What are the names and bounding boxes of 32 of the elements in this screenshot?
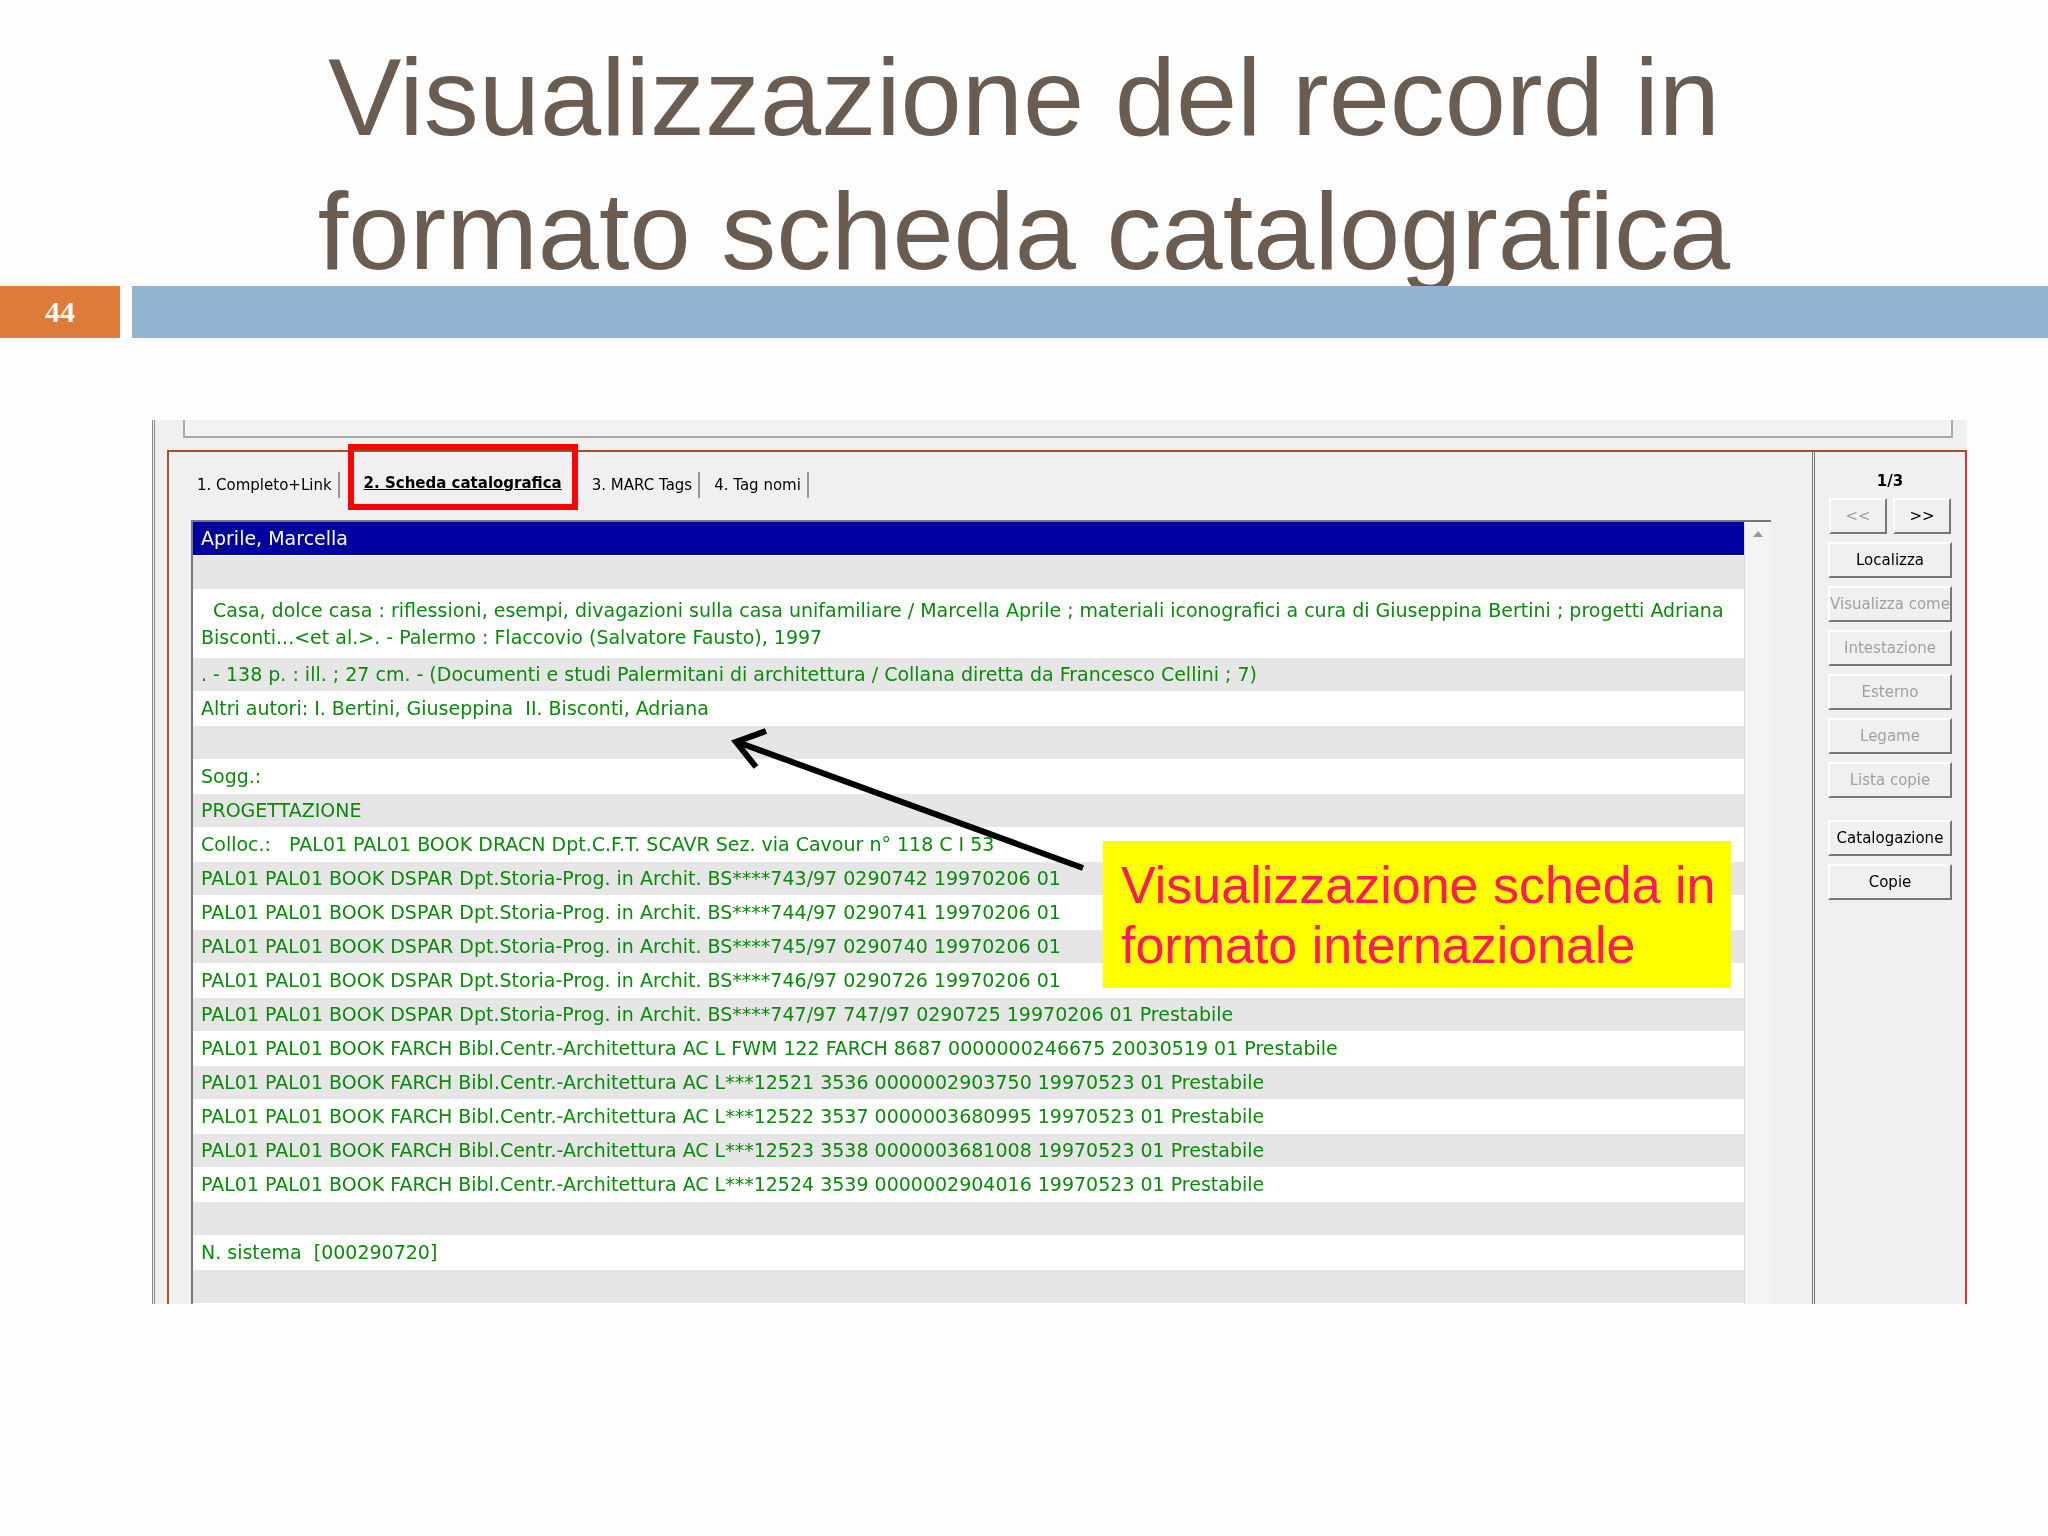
nav-button[interactable]: >> [1893, 498, 1951, 534]
tab[interactable]: 1. Completo+Link [191, 472, 340, 498]
action-button[interactable]: Copie [1828, 864, 1952, 900]
empty-row[interactable] [193, 726, 1744, 760]
empty-row[interactable] [193, 1270, 1744, 1304]
record-line[interactable]: Sogg.: [193, 760, 270, 793]
record-line[interactable]: N. sistema [000290720] [193, 1236, 446, 1269]
slide-title: Visualizzazione del record in [327, 34, 1721, 160]
record-line[interactable]: Colloc.: PAL01 PAL01 BOOK DRACN Dpt.C.F.T. SCAVR Sez. via Cavour n° 118 C I 53 [193, 828, 1003, 861]
slide-title: formato scheda catalografica [317, 168, 1731, 294]
record-line[interactable]: PROGETTAZIONE [193, 794, 370, 827]
record-line[interactable]: PAL01 PAL01 BOOK FARCH Bibl.Centr.-Architettura AC L***12524 3539 0000002904016 19970523 01 Prestabile [193, 1168, 1273, 1201]
record-line[interactable]: PAL01 PAL01 BOOK FARCH Bibl.Centr.-Architettura AC L FWM 122 FARCH 8687 0000000246675 20030519 01 Prestabile [193, 1032, 1346, 1065]
empty-row[interactable] [193, 556, 1744, 590]
record-line[interactable]: Casa, dolce casa : riflessioni, esempi, divagazioni sulla casa unifamiliare / Marcella Aprile ; materiali iconografici a cura di Giuseppina Bertini ; progetti Adriana Bisconti...<et al.>. - Palermo : Flaccovio (Salvatore Fausto), 1997 [193, 597, 1744, 651]
action-button[interactable]: Localizza [1828, 542, 1952, 578]
record-line[interactable]: PAL01 PAL01 BOOK DSPAR Dpt.Storia-Prog. in Archit. BS****746/97 0290726 19970206 01 [193, 964, 1069, 997]
scrollbar[interactable] [1744, 522, 1771, 1304]
scroll-up-icon[interactable] [1752, 530, 1764, 538]
empty-row[interactable] [193, 1202, 1744, 1236]
slide-number: 44 [0, 286, 120, 338]
tab[interactable]: 2. Scheda catalografica [347, 444, 578, 510]
record-line[interactable]: PAL01 PAL01 BOOK DSPAR Dpt.Storia-Prog. in Archit. BS****744/97 0290741 19970206 01 [193, 896, 1069, 929]
tab[interactable]: 4. Tag nomi [708, 472, 809, 498]
tab[interactable]: 3. MARC Tags [585, 472, 701, 498]
record-line[interactable]: Altri autori: I. Bertini, Giuseppina II. Bisconti, Adriana [193, 692, 717, 725]
record-line[interactable]: Aprile, Marcella [193, 522, 356, 555]
record-line[interactable]: PAL01 PAL01 BOOK FARCH Bibl.Centr.-Architettura AC L***12522 3537 0000003680995 19970523 01 Prestabile [193, 1100, 1273, 1133]
record-counter: 1/3 [1876, 472, 1904, 490]
callout-text: formato internazionale [1121, 914, 1637, 975]
callout-text: Visualizzazione scheda in [1121, 854, 1713, 915]
action-button[interactable]: Catalogazione [1828, 820, 1952, 856]
